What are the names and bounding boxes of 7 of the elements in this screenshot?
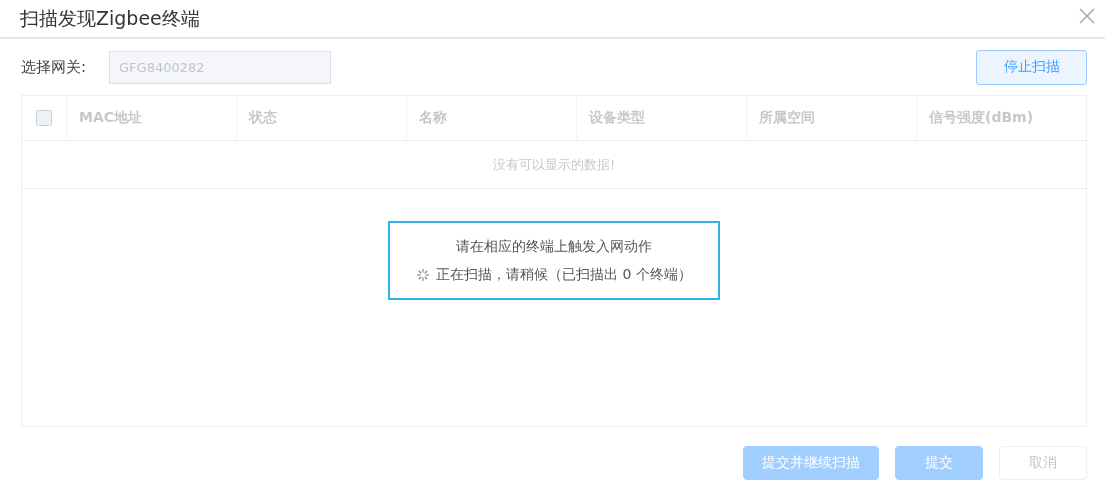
gateway-label: 选择网关: xyxy=(21,57,88,77)
dialog-title: 扫描发现Zigbee终端 xyxy=(20,5,200,31)
stop-scan-button[interactable]: 停止扫描 xyxy=(976,49,1087,85)
spinner-icon xyxy=(416,267,431,282)
scan-status-text: 正在扫描，请稍候（已扫描出 0 个终端） xyxy=(436,265,692,284)
instruction-text: 请在相应的终端上触发入网动作 xyxy=(456,237,652,256)
close-icon[interactable] xyxy=(1079,7,1095,24)
